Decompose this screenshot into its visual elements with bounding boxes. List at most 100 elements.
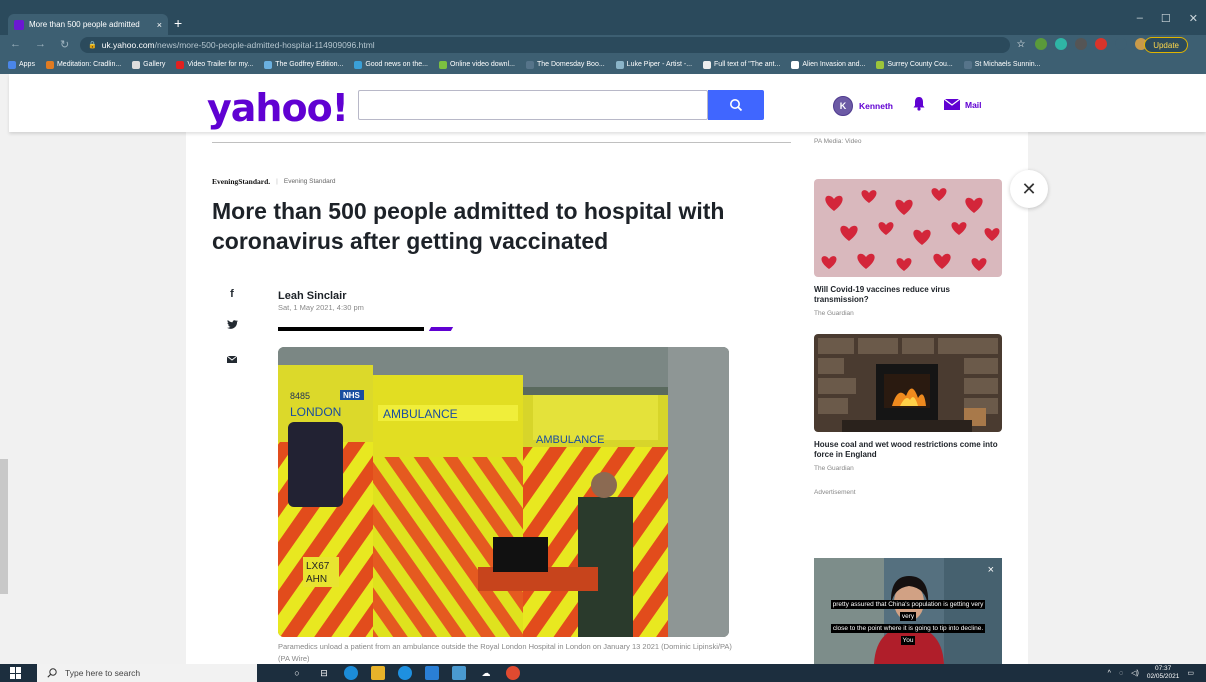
sidebar-source-2: The Guardian: [814, 465, 854, 472]
scrollbar-thumb[interactable]: [0, 459, 8, 594]
cortana-icon[interactable]: ○: [290, 666, 304, 680]
bookmark-item[interactable]: Full text of "The ant...: [703, 60, 780, 69]
publisher-logo[interactable]: EveningStandard.: [212, 177, 270, 186]
article-photo-ambulance[interactable]: 8485 NHS LONDON AMBULANCE AMBULANCE LX67…: [278, 347, 729, 637]
bookmark-item[interactable]: Gallery: [132, 60, 165, 69]
email-share-icon[interactable]: [226, 354, 238, 366]
plate-line-1: LX67: [306, 561, 330, 572]
back-arrow-icon[interactable]: ←: [10, 38, 21, 51]
taskbar-search-box[interactable]: Type here to search: [37, 664, 257, 682]
sidebar-image-hearts[interactable]: [814, 179, 1002, 277]
clock[interactable]: 07:37 02/05/2021: [1147, 665, 1180, 681]
nav-buttons: ← → ↻: [10, 38, 69, 51]
forward-arrow-icon[interactable]: →: [35, 38, 46, 51]
window-controls: – ☐ ✕: [1137, 12, 1198, 25]
bell-icon[interactable]: [912, 96, 926, 111]
ambulance-text-1: AMBULANCE: [383, 407, 458, 421]
london-text: LONDON: [290, 405, 341, 419]
close-panel-button[interactable]: ✕: [1010, 170, 1048, 208]
plate-line-2: AHN: [306, 574, 327, 585]
update-button[interactable]: Update: [1144, 37, 1188, 53]
bookmark-item[interactable]: St Michaels Sunnin...: [963, 60, 1041, 69]
chrome-browser-icon[interactable]: [506, 666, 520, 680]
hearts-wall-image: [814, 179, 1002, 277]
extension-1-icon[interactable]: [1035, 38, 1047, 50]
bookmark-item[interactable]: Surrey County Cou...: [876, 60, 953, 69]
app-icon[interactable]: [398, 666, 412, 680]
video-player[interactable]: × pretty assured that China's population…: [814, 558, 1002, 664]
extension-5-icon[interactable]: [1115, 38, 1127, 50]
facebook-share-icon[interactable]: f: [226, 288, 238, 300]
bookmark-favicon-icon: [176, 60, 185, 69]
page-viewport: yahoo! K Kenneth Mail EveningStandard. |…: [0, 74, 1206, 664]
browser-tabstrip: More than 500 people admitted × + – ☐ ✕: [0, 0, 1206, 35]
sidebar-top-source: PA Media: Video: [814, 138, 862, 145]
reload-icon[interactable]: ↻: [60, 38, 69, 51]
bookmark-item[interactable]: The Domesday Boo...: [525, 60, 605, 69]
video-close-icon[interactable]: ×: [988, 564, 994, 576]
notification-icon[interactable]: ▭: [1187, 669, 1194, 677]
network-icon[interactable]: ◌: [1119, 670, 1123, 677]
bookmark-favicon-icon: [525, 60, 534, 69]
bookmark-favicon-icon: [963, 60, 972, 69]
sidebar-source-1: The Guardian: [814, 310, 854, 317]
browser-tab-active[interactable]: More than 500 people admitted ×: [8, 14, 168, 35]
tab-close-icon[interactable]: ×: [157, 20, 162, 30]
mail-label: Mail: [965, 99, 982, 110]
star-icon[interactable]: ☆: [1015, 38, 1027, 50]
maximize-button[interactable]: ☐: [1161, 12, 1171, 25]
search-input[interactable]: [359, 91, 707, 119]
publisher-line: EveningStandard. | Evening Standard: [212, 177, 336, 186]
edge-browser-icon[interactable]: [344, 666, 358, 680]
user-menu[interactable]: K Kenneth: [833, 96, 893, 116]
sidebar-title-2[interactable]: House coal and wet wood restrictions com…: [814, 440, 1004, 460]
new-tab-button[interactable]: +: [174, 15, 182, 31]
extension-4-icon[interactable]: [1095, 38, 1107, 50]
sidebar-image-stove[interactable]: [814, 334, 1002, 432]
sidebar-title-1[interactable]: Will Covid-19 vaccines reduce virus tran…: [814, 285, 1004, 305]
bookmark-item[interactable]: Luke Piper - Artist -...: [615, 60, 692, 69]
mail-link[interactable]: Mail: [944, 99, 982, 110]
bookmarks-bar: Apps Meditation: Cradlin... Gallery Vide…: [0, 55, 1206, 74]
wood-stove-image: [814, 334, 1002, 432]
mail-app-icon[interactable]: [425, 666, 439, 680]
url-field[interactable]: 🔒 uk.yahoo.com/news/more-500-people-admi…: [80, 37, 1010, 53]
ambulance-text-2: AMBULANCE: [536, 434, 604, 446]
bookmark-item[interactable]: Video Trailer for my...: [176, 60, 253, 69]
publisher-separator: |: [276, 178, 278, 185]
bookmark-item[interactable]: The Godfrey Edition...: [264, 60, 343, 69]
yahoo-favicon-icon: [14, 19, 24, 30]
bookmark-apps[interactable]: Apps: [8, 60, 35, 69]
bookmark-item[interactable]: Online video downl...: [438, 60, 515, 69]
system-tray: ^ ◌ ◁) 07:37 02/05/2021 ▭: [1108, 665, 1194, 681]
bookmark-item[interactable]: Alien Invasion and...: [791, 60, 865, 69]
search-box[interactable]: [358, 90, 708, 120]
volume-icon[interactable]: ◁): [1131, 669, 1139, 677]
minimize-button[interactable]: –: [1137, 12, 1143, 25]
yahoo-logo[interactable]: yahoo!: [207, 86, 349, 130]
windows-start-icon[interactable]: [10, 667, 22, 679]
divider-line: [212, 142, 791, 143]
task-view-icon[interactable]: ⊟: [317, 666, 331, 680]
bookmark-favicon-icon: [264, 60, 273, 69]
bookmark-favicon-icon: [876, 60, 885, 69]
extension-2-icon[interactable]: [1055, 38, 1067, 50]
bookmark-item[interactable]: Good news on the...: [354, 60, 428, 69]
bookmark-favicon-icon: [703, 60, 712, 69]
search-button[interactable]: [708, 90, 764, 120]
photos-app-icon[interactable]: [452, 666, 466, 680]
apps-grid-icon: [8, 60, 16, 69]
nhs-text: NHS: [343, 391, 361, 400]
close-window-button[interactable]: ✕: [1189, 12, 1198, 25]
bookmark-item[interactable]: Meditation: Cradlin...: [45, 60, 121, 69]
twitter-share-icon[interactable]: [226, 320, 238, 332]
app-icon[interactable]: ☁: [479, 666, 493, 680]
tray-chevron-icon[interactable]: ^: [1108, 670, 1111, 677]
file-explorer-icon[interactable]: [371, 666, 385, 680]
subtitle-line-2: very: [899, 612, 917, 621]
bookmark-favicon-icon: [45, 60, 54, 69]
author-name[interactable]: Leah Sinclair: [278, 290, 346, 302]
ambulance-photo-svg: 8485 NHS LONDON AMBULANCE AMBULANCE LX67…: [278, 347, 729, 637]
extension-3-icon[interactable]: [1075, 38, 1087, 50]
windows-taskbar: Type here to search ○ ⊟ ☁ ^ ◌ ◁) 07:37 0…: [0, 664, 1206, 682]
